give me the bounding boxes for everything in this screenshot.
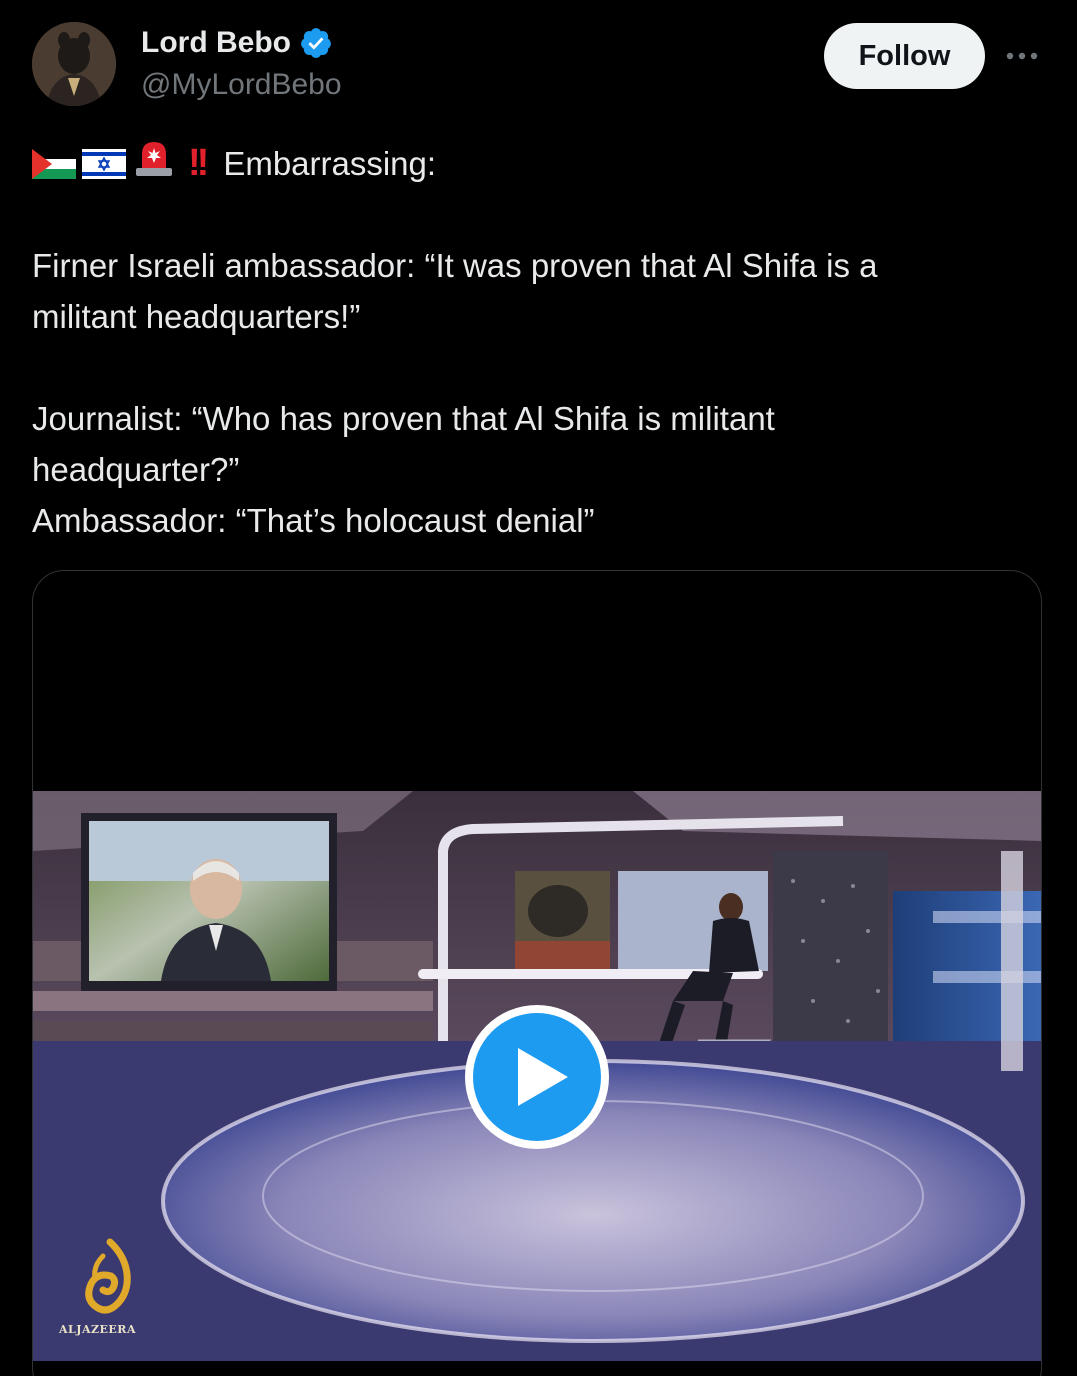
play-button[interactable] — [462, 1002, 612, 1152]
author-handle[interactable]: @MyLordBebo — [141, 68, 342, 102]
aljazeera-watermark: ALJAZEERA — [59, 1323, 136, 1336]
post-line-8: Ambassador: “That’s holocaust denial” — [32, 502, 595, 539]
post-line-text: Embarrassing: — [223, 145, 437, 182]
more-icon — [1006, 52, 1038, 60]
post-line-1: !! Embarrassing: — [32, 138, 1042, 189]
post-line-3: Firner Israeli ambassador: “It was prove… — [32, 247, 878, 284]
avatar-icon — [32, 22, 116, 106]
post-line-spacer — [32, 189, 1042, 240]
post-line-7: headquarter?” — [32, 451, 240, 488]
siren-icon — [136, 141, 172, 176]
more-button[interactable] — [1004, 38, 1040, 74]
video-card[interactable]: ALJAZEERA — [32, 570, 1042, 1376]
post-text: !! Embarrassing: Firner Israeli ambassad… — [32, 138, 1042, 546]
follow-button[interactable]: Follow — [824, 23, 985, 89]
verified-badge-icon — [301, 28, 331, 58]
play-icon — [465, 1005, 609, 1149]
post-line-spacer — [32, 342, 1042, 393]
author-name-text: Lord Bebo — [141, 26, 291, 59]
israel-flag-icon — [82, 148, 126, 179]
post-line-6: Journalist: “Who has proven that Al Shif… — [32, 400, 775, 437]
palestine-flag-icon — [32, 148, 76, 179]
post-line-4: militant headquarters!” — [32, 298, 361, 335]
aljazeera-logo-icon — [85, 1238, 131, 1314]
author-name[interactable]: Lord Bebo — [141, 26, 333, 60]
avatar[interactable] — [32, 22, 116, 106]
double-exclamation-icon: !! — [188, 142, 209, 184]
